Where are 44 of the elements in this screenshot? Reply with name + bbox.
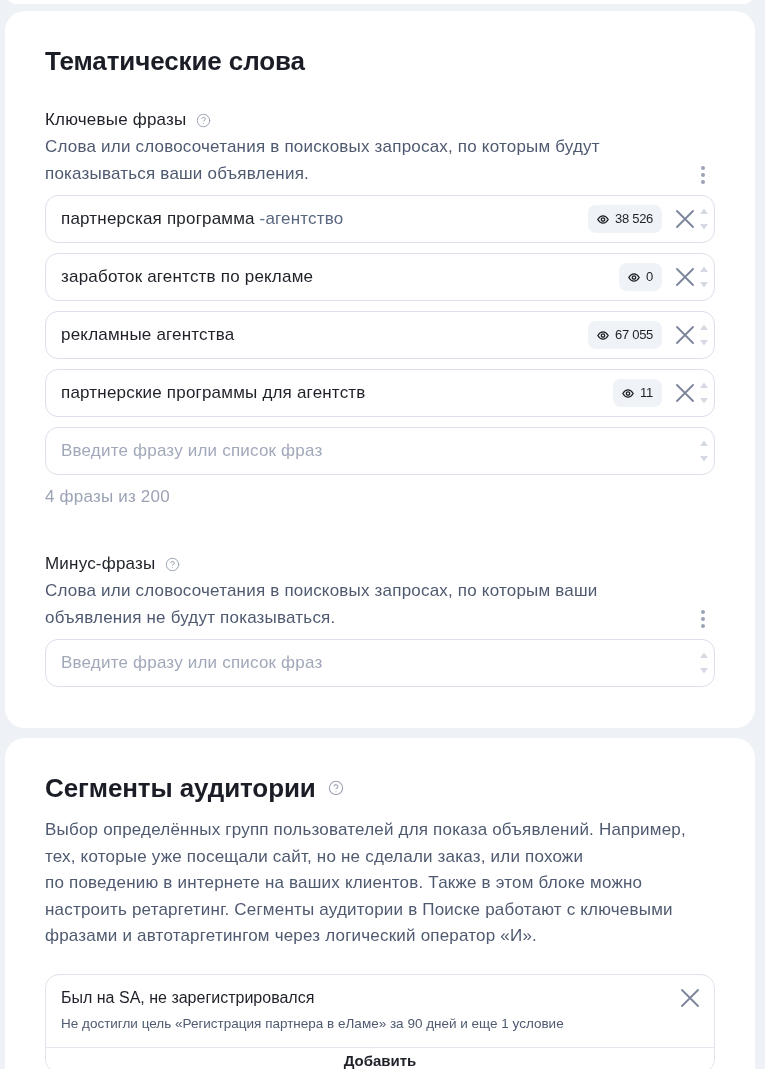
up-down-arrows-icon[interactable] [700, 652, 708, 674]
close-icon[interactable] [676, 210, 694, 228]
eye-icon [597, 330, 610, 340]
eye-icon [628, 272, 641, 282]
phrase-field[interactable]: партнерские программы для агентств 11 [45, 369, 715, 417]
segment-name: Был на SA, не зарегистрировался [61, 988, 316, 1007]
section-title: Тематические слова [45, 46, 306, 76]
impressions-count: 38 526 [615, 211, 653, 227]
section-title: Сегменты аудитории [45, 773, 316, 803]
up-down-arrows-icon[interactable] [700, 440, 708, 462]
phrase-input[interactable]: Введите фразу или список фраз [45, 639, 715, 687]
segment-condition: Не достигли цель «Регистрация партнера в еЛаме» за 90 дней и еще 1 условие [61, 1015, 565, 1032]
phrase-value: партнерские программы для агентств [61, 383, 367, 403]
up-down-arrows-icon[interactable] [700, 208, 708, 230]
phrase-value: партнерская программа -агентство [61, 209, 345, 229]
close-icon[interactable] [676, 268, 694, 286]
phrase-field[interactable]: рекламные агентства 67 055 [45, 311, 715, 359]
kebab-menu-icon[interactable] [701, 610, 705, 628]
impressions-count: 0 [646, 269, 653, 285]
field-description: Слова или словосочетания в поисковых запросах, по которым ваши объявления не будут показываться. [45, 580, 599, 629]
section-description: Выбор определённых групп пользователей для показа объявлений. Например, тех, которые уже посещали сайт, но не сделали заказ, или похожи по поведению в интернете на ваших клиентов. Также в этом блоке можно настроить ретаргетинг. Сегменты аудитории в Поиске работают с ключевыми фразами и автотаргетингом через логический оператор «И». [45, 819, 687, 947]
up-down-arrows-icon[interactable] [700, 382, 708, 404]
field-label: Минус-фразы [45, 554, 156, 574]
phrase-field[interactable]: партнерская программа -агентство 38 526 [45, 195, 715, 243]
help-icon[interactable] [327, 780, 344, 796]
phrase-counter: 4 фразы из 200 [45, 487, 171, 507]
phrase-value: рекламные агентства [61, 325, 236, 345]
field-label: Ключевые фразы [45, 110, 187, 130]
kebab-menu-icon[interactable] [701, 166, 705, 184]
field-description: Слова или словосочетания в поисковых запросах, по которым будут показываться ваши объявления. [45, 136, 601, 185]
phrase-field[interactable]: заработок агентств по рекламе 0 [45, 253, 715, 301]
help-icon[interactable] [196, 112, 212, 128]
eye-icon [597, 214, 610, 224]
up-down-arrows-icon[interactable] [700, 324, 708, 346]
close-icon[interactable] [681, 988, 699, 1007]
close-icon[interactable] [676, 384, 694, 402]
up-down-arrows-icon[interactable] [700, 266, 708, 288]
impressions-count: 11 [640, 385, 653, 401]
help-icon[interactable] [165, 556, 181, 572]
close-icon[interactable] [676, 326, 694, 344]
impressions-count: 67 055 [615, 327, 653, 343]
phrase-input[interactable]: Введите фразу или список фраз [45, 427, 715, 475]
eye-icon [622, 388, 635, 398]
phrase-value: заработок агентств по рекламе [61, 267, 315, 287]
